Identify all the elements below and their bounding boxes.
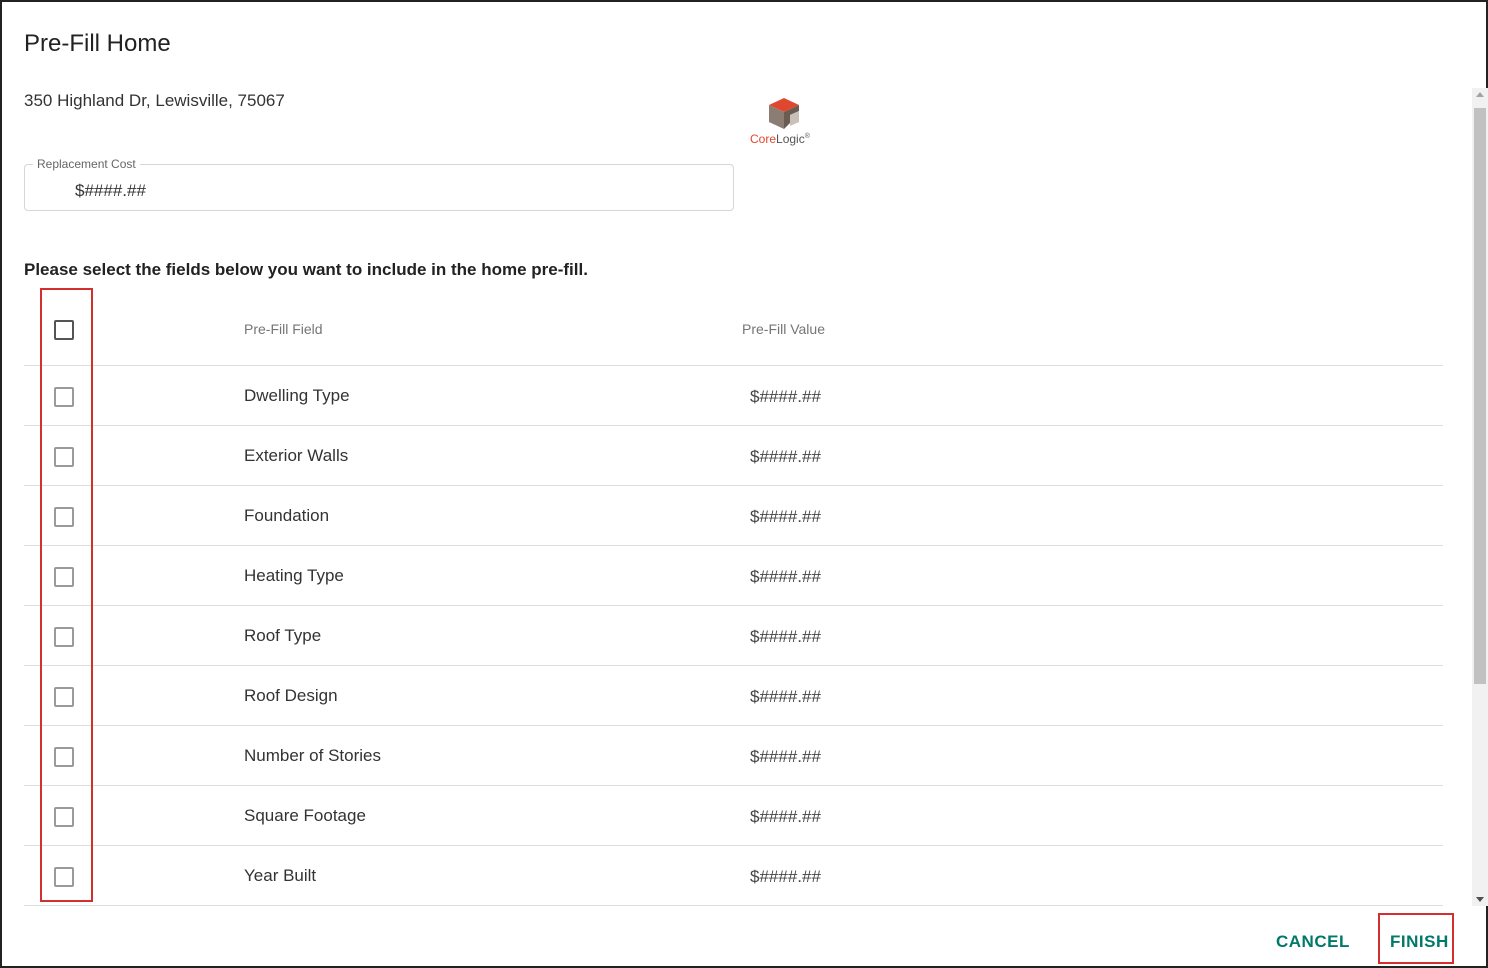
table-row: Exterior Walls $####.## xyxy=(24,426,1443,486)
property-address: 350 Highland Dr, Lewisville, 75067 xyxy=(24,91,285,110)
finish-button[interactable]: FINISH xyxy=(1390,932,1449,952)
row-checkbox[interactable] xyxy=(54,627,74,647)
prefill-field-value: $####.## xyxy=(750,627,821,646)
prefill-field-name: Foundation xyxy=(244,506,330,525)
prefill-field-name: Roof Type xyxy=(244,626,322,645)
prefill-field-value: $####.## xyxy=(750,507,821,526)
table-row: Year Built $####.## xyxy=(24,846,1443,906)
row-checkbox[interactable] xyxy=(54,687,74,707)
header-prefill-field: Pre-Fill Field xyxy=(244,321,323,337)
prefill-field-value: $####.## xyxy=(750,387,821,406)
table-row: Roof Design $####.## xyxy=(24,666,1443,726)
prefill-field-value: $####.## xyxy=(750,867,821,886)
prefill-field-value: $####.## xyxy=(750,447,821,466)
pre-fill-dialog: Pre-Fill Home 350 Highland Dr, Lewisvill… xyxy=(0,0,1488,968)
vertical-scrollbar[interactable] xyxy=(1472,88,1488,906)
prefill-field-value: $####.## xyxy=(750,687,821,706)
corelogic-wordmark: CoreLogic® xyxy=(750,132,810,146)
row-checkbox[interactable] xyxy=(54,447,74,467)
dialog-title: Pre-Fill Home xyxy=(24,30,171,57)
prefill-field-name: Roof Design xyxy=(244,686,338,705)
corelogic-cube-icon xyxy=(769,98,799,129)
prefill-field-name: Year Built xyxy=(244,866,317,885)
table-row: Number of Stories $####.## xyxy=(24,726,1443,786)
row-checkbox[interactable] xyxy=(54,387,74,407)
replacement-cost-field[interactable]: Replacement Cost $####.## xyxy=(24,157,734,211)
table-row: Roof Type $####.## xyxy=(24,606,1443,666)
scrollbar-thumb[interactable] xyxy=(1474,108,1486,684)
prefill-field-name: Number of Stories xyxy=(244,746,381,765)
replacement-cost-label: Replacement Cost xyxy=(33,157,140,171)
table-row: Heating Type $####.## xyxy=(24,546,1443,606)
instruction-text: Please select the fields below you want … xyxy=(24,260,588,279)
prefill-field-name: Square Footage xyxy=(244,806,366,825)
prefill-field-value: $####.## xyxy=(750,807,821,826)
scroll-down-arrow-icon[interactable] xyxy=(1476,897,1484,902)
header-prefill-value: Pre-Fill Value xyxy=(742,321,825,337)
prefill-table: Pre-Fill Field Pre-Fill Value Dwelling T… xyxy=(24,296,1443,906)
prefill-field-name: Heating Type xyxy=(244,566,344,585)
prefill-field-name: Exterior Walls xyxy=(244,446,349,465)
table-row: Dwelling Type $####.## xyxy=(24,366,1443,426)
table-row: Foundation $####.## xyxy=(24,486,1443,546)
row-checkbox[interactable] xyxy=(54,807,74,827)
corelogic-logo: CoreLogic® xyxy=(748,96,820,150)
cancel-button[interactable]: CANCEL xyxy=(1276,932,1350,952)
prefill-field-value: $####.## xyxy=(750,747,821,766)
row-checkbox[interactable] xyxy=(54,867,74,887)
row-checkbox[interactable] xyxy=(54,747,74,767)
select-all-checkbox[interactable] xyxy=(54,320,74,340)
table-row: Square Footage $####.## xyxy=(24,786,1443,846)
table-header: Pre-Fill Field Pre-Fill Value xyxy=(24,296,1443,366)
prefill-field-name: Dwelling Type xyxy=(244,386,350,405)
row-checkbox[interactable] xyxy=(54,567,74,587)
row-checkbox[interactable] xyxy=(54,507,74,527)
prefill-field-value: $####.## xyxy=(750,567,821,586)
scroll-up-arrow-icon[interactable] xyxy=(1476,92,1484,97)
replacement-cost-value[interactable]: $####.## xyxy=(75,181,146,201)
